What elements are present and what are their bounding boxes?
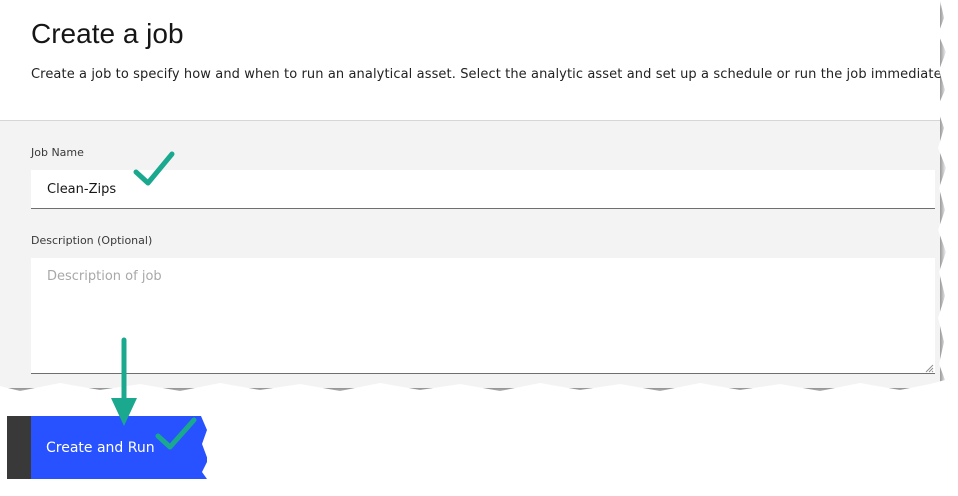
page-title: Create a job xyxy=(31,18,184,49)
page: Create a job Create a job to specify how… xyxy=(0,0,958,496)
secondary-button-edge[interactable] xyxy=(7,416,31,479)
description-label: Description (Optional) xyxy=(31,234,153,247)
down-arrow-icon xyxy=(111,337,137,426)
description-textarea[interactable] xyxy=(31,258,935,374)
job-name-label: Job Name xyxy=(31,146,84,159)
page-header: Create a job Create a job to specify how… xyxy=(0,0,946,121)
job-creation-panel: Create a job Create a job to specify how… xyxy=(0,0,946,388)
checkmark-icon xyxy=(155,417,197,450)
page-description: Create a job to specify how and when to … xyxy=(31,67,956,82)
checkmark-icon xyxy=(133,151,175,186)
resize-handle-icon[interactable] xyxy=(924,363,934,373)
